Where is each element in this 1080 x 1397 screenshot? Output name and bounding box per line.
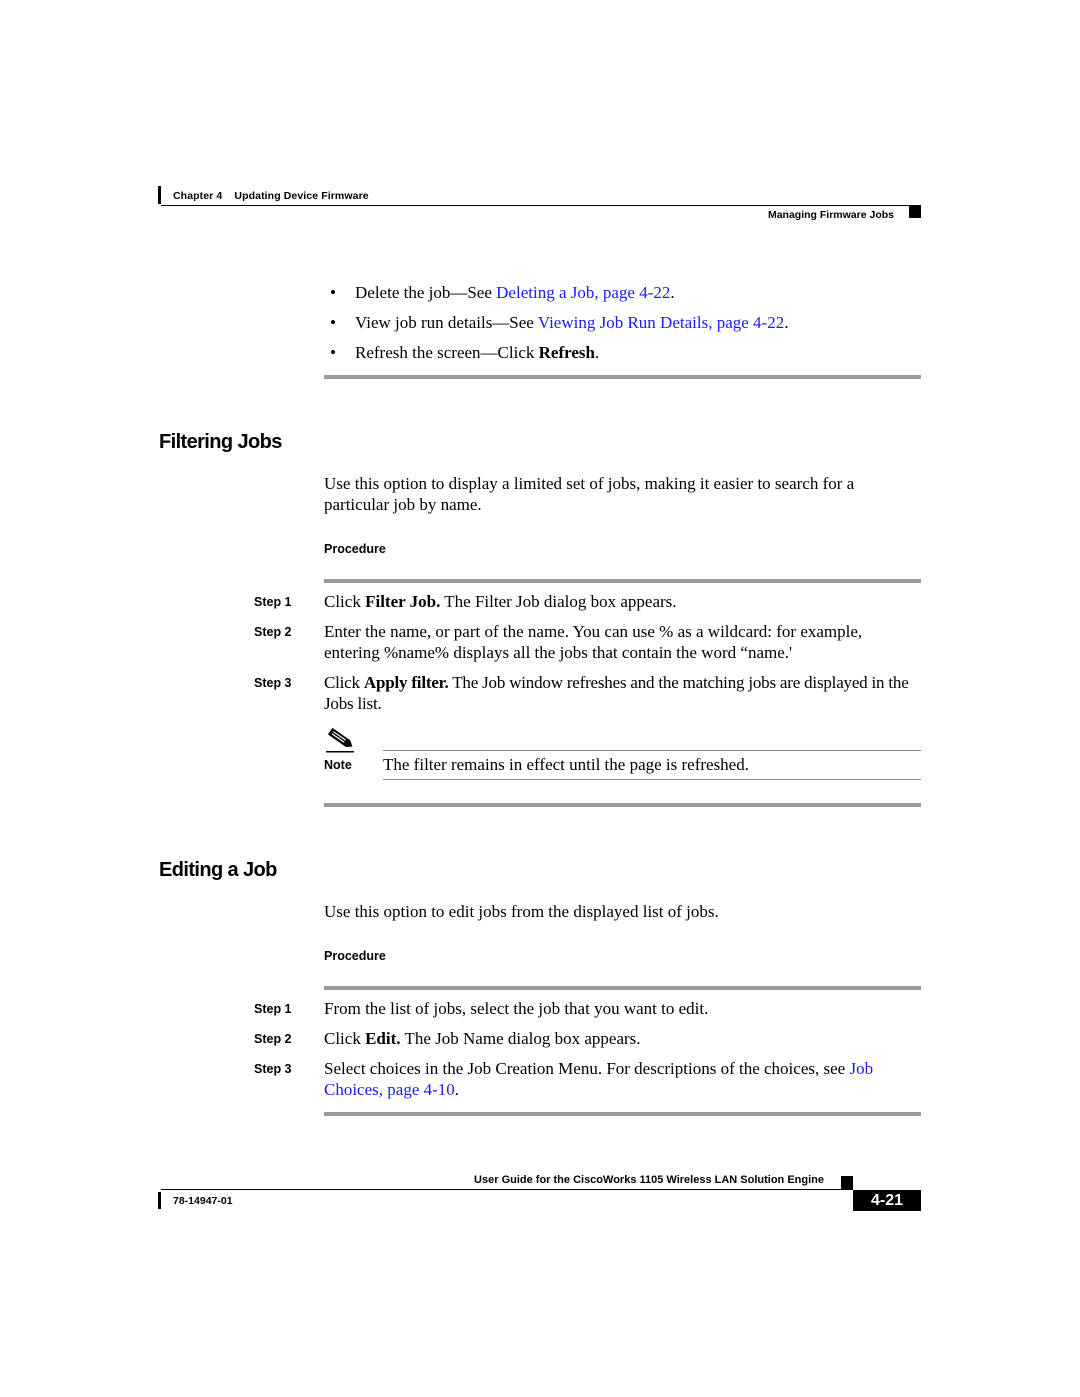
step-label: Step 1: [254, 595, 292, 609]
step-label: Step 2: [254, 1032, 292, 1046]
section-end-rule: [324, 803, 921, 807]
header-marker: [909, 206, 921, 218]
step-text: Enter the name, or part of the name. You…: [324, 622, 863, 662]
step-label: Step 3: [254, 676, 292, 690]
link-viewing-job-run-details[interactable]: Viewing Job Run Details, page 4-22: [538, 313, 784, 332]
section-end-rule: [324, 375, 921, 379]
note-bottom-rule: [383, 779, 921, 780]
note-label: Note: [324, 758, 352, 772]
bullet-icon: •: [330, 283, 336, 302]
header-chapter: Chapter 4 Updating Device Firmware: [173, 190, 369, 202]
procedure-label: Procedure: [324, 542, 386, 556]
section-title-editing-a-job: Editing a Job: [159, 859, 277, 881]
note-top-rule: [383, 750, 921, 751]
ui-term-apply-filter: Apply filter.: [363, 673, 449, 692]
ui-term-refresh: Refresh: [538, 343, 595, 362]
pencil-note-icon: [324, 727, 356, 753]
footer-rule: [161, 1189, 853, 1190]
procedure-start-rule: [324, 986, 921, 990]
footer-page-number: 4-21: [853, 1190, 921, 1211]
editing-description: Use this option to edit jobs from the di…: [324, 902, 719, 921]
step-label: Step 1: [254, 1002, 292, 1016]
step-text: Select choices in the Job Creation Menu.…: [324, 1059, 874, 1099]
step-text: From the list of jobs, select the job th…: [324, 999, 709, 1018]
step-label: Step 3: [254, 1062, 292, 1076]
footer-guide-title: User Guide for the CiscoWorks 1105 Wirel…: [474, 1174, 824, 1186]
note-text: The filter remains in effect until the p…: [383, 755, 749, 774]
step-text: Click Filter Job. The Filter Job dialog …: [324, 592, 677, 611]
chapter-title: Updating Device Firmware: [234, 190, 369, 202]
footer-marker: [841, 1176, 853, 1190]
step-label: Step 2: [254, 625, 292, 639]
step-text: Click Edit. The Job Name dialog box appe…: [324, 1029, 641, 1048]
footer-doc-number: 78-14947-01: [173, 1195, 233, 1207]
header-rule: [161, 205, 921, 206]
ui-term-filter-job: Filter Job.: [365, 592, 441, 611]
footer-left-bar: [158, 1192, 161, 1209]
section-title-filtering-jobs: Filtering Jobs: [159, 431, 282, 453]
step-text: Click Apply filter. The Job window refre…: [324, 673, 909, 713]
bullet-icon: •: [330, 343, 336, 362]
bullet-icon: •: [330, 313, 336, 332]
procedure-start-rule: [324, 579, 921, 583]
section-end-rule: [324, 1112, 921, 1116]
chapter-number: Chapter 4: [173, 190, 223, 202]
header-left-bar: [158, 186, 161, 204]
header-section-title: Managing Firmware Jobs: [767, 209, 894, 221]
procedure-label: Procedure: [324, 949, 386, 963]
ui-term-edit: Edit.: [365, 1029, 401, 1048]
filtering-description: Use this option to display a limited set…: [324, 474, 855, 514]
link-deleting-a-job[interactable]: Deleting a Job, page 4-22: [496, 283, 670, 302]
